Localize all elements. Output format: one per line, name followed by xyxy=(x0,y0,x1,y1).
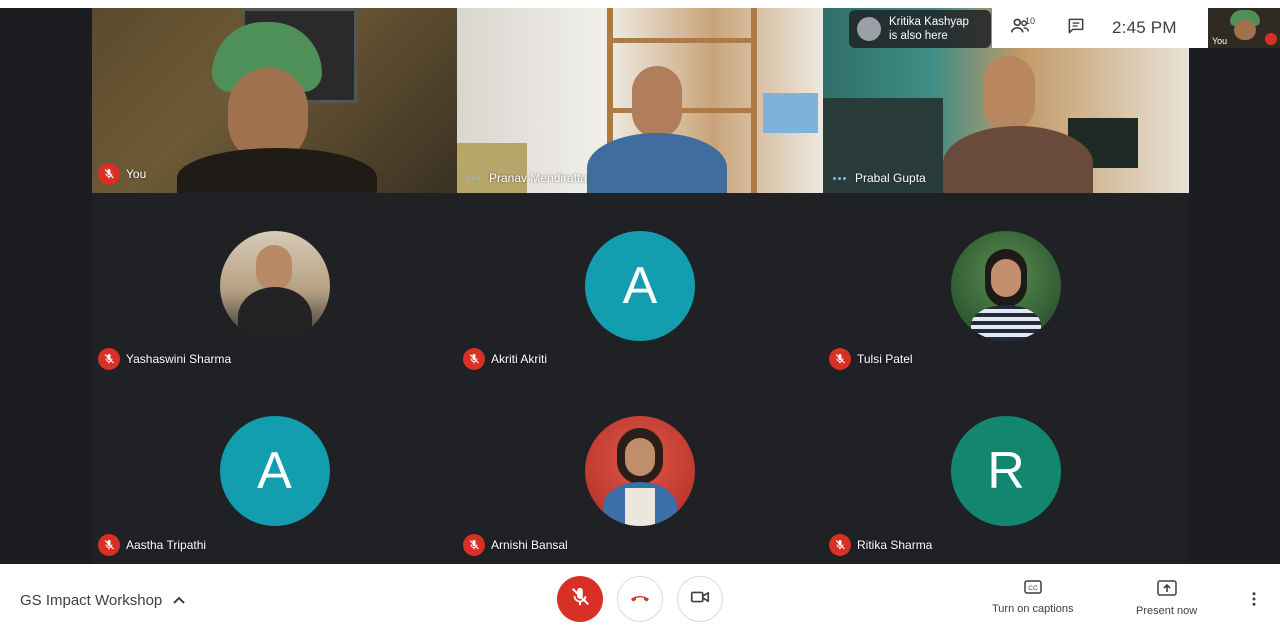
camera-icon xyxy=(689,586,711,613)
name-row: Yashaswini Sharma xyxy=(98,348,231,370)
participant-name: Ritika Sharma xyxy=(857,538,933,552)
chevron-up-icon xyxy=(172,592,186,609)
captions-icon: CC xyxy=(1024,580,1042,597)
participant-name: Akriti Akriti xyxy=(491,352,548,366)
participant-tile-you[interactable]: You xyxy=(92,8,457,193)
name-row: Pranav Mendiratta xyxy=(463,171,587,185)
self-view-label: You xyxy=(1212,36,1228,46)
avatar xyxy=(857,17,881,41)
participant-name: Aastha Tripathi xyxy=(126,538,207,552)
mic-off-icon xyxy=(98,163,120,185)
participant-tile-akriti[interactable]: A Akriti Akriti xyxy=(457,193,823,378)
leave-call-button[interactable] xyxy=(617,576,663,622)
audio-level-indicator xyxy=(829,176,849,180)
audio-level-indicator xyxy=(463,176,483,180)
mic-off-icon xyxy=(463,348,485,370)
captions-button[interactable]: CC Turn on captions xyxy=(992,580,1074,615)
present-now-button[interactable]: Present now xyxy=(1136,580,1197,617)
meeting-clock: 2:45 PM xyxy=(1112,18,1177,37)
name-row: You xyxy=(98,163,146,185)
meeting-stage: You Pranav Mendiratta Prabal Gupta Yasha… xyxy=(0,8,1280,564)
present-icon xyxy=(1156,580,1177,599)
hangup-icon xyxy=(628,585,652,614)
captions-label: Turn on captions xyxy=(992,603,1074,615)
name-row: Aastha Tripathi xyxy=(98,534,206,556)
participant-name: Tulsi Patel xyxy=(857,352,913,366)
avatar-initial: A xyxy=(585,231,695,341)
participant-name: Yashaswini Sharma xyxy=(126,352,232,366)
participant-name: Arnishi Bansal xyxy=(491,538,568,552)
participant-name: Pranav Mendiratta xyxy=(489,171,588,185)
more-options-button[interactable] xyxy=(1245,590,1263,613)
participant-grid: You Pranav Mendiratta Prabal Gupta Yasha… xyxy=(92,8,1189,564)
name-row: Akriti Akriti xyxy=(463,348,547,370)
participant-tile-ritika[interactable]: R Ritika Sharma xyxy=(823,378,1189,564)
participant-name: You xyxy=(126,167,147,181)
name-row: Prabal Gupta xyxy=(829,171,926,185)
participant-tile-aastha[interactable]: A Aastha Tripathi xyxy=(92,378,457,564)
people-button[interactable]: 10 xyxy=(992,8,1048,48)
more-vert-icon xyxy=(1245,592,1263,612)
mic-off-icon xyxy=(829,534,851,556)
video-feed xyxy=(92,8,457,193)
avatar-photo xyxy=(219,231,330,341)
video-feed xyxy=(457,8,823,193)
mic-off-icon xyxy=(98,348,120,370)
participant-tile-tulsi[interactable]: Tulsi Patel xyxy=(823,193,1189,378)
avatar-photo xyxy=(951,231,1061,341)
participant-tile-yashaswini[interactable]: Yashaswini Sharma xyxy=(92,193,457,378)
name-row: Ritika Sharma xyxy=(829,534,932,556)
mic-off-icon xyxy=(1265,33,1277,45)
avatar-initial: A xyxy=(219,416,330,526)
chat-button[interactable] xyxy=(1048,8,1104,48)
chat-icon xyxy=(1066,16,1086,41)
meeting-title: GS Impact Workshop xyxy=(20,592,163,609)
join-notification[interactable]: Kritika Kashyap is also here xyxy=(849,10,991,48)
top-right-panel: 10 2:45 PM xyxy=(992,8,1208,48)
mic-off-icon xyxy=(463,534,485,556)
name-row: Arnishi Bansal xyxy=(463,534,568,556)
mic-off-icon xyxy=(569,586,591,613)
avatar-initial: R xyxy=(951,416,1061,526)
participant-tile-pranav[interactable]: Pranav Mendiratta xyxy=(457,8,823,193)
notification-line2: is also here xyxy=(889,30,948,42)
participant-name: Prabal Gupta xyxy=(855,171,926,185)
bottom-control-bar: GS Impact Workshop CC Turn on captions P… xyxy=(0,564,1280,627)
window-top-strip xyxy=(0,0,1280,8)
microphone-toggle-button[interactable] xyxy=(557,576,603,622)
participant-count: 10 xyxy=(1025,16,1036,26)
notification-line1: Kritika Kashyap xyxy=(889,16,969,28)
notification-text: Kritika Kashyap is also here xyxy=(889,15,969,43)
participant-tile-arnishi[interactable]: Arnishi Bansal xyxy=(457,378,823,564)
meeting-details-toggle[interactable]: GS Impact Workshop xyxy=(20,592,186,609)
mic-off-icon xyxy=(98,534,120,556)
avatar-photo xyxy=(585,416,695,526)
mic-off-icon xyxy=(829,348,851,370)
self-view-thumbnail[interactable]: You xyxy=(1208,8,1280,48)
svg-text:CC: CC xyxy=(1028,585,1038,592)
present-label: Present now xyxy=(1136,605,1198,617)
camera-toggle-button[interactable] xyxy=(677,576,723,622)
name-row: Tulsi Patel xyxy=(829,348,913,370)
